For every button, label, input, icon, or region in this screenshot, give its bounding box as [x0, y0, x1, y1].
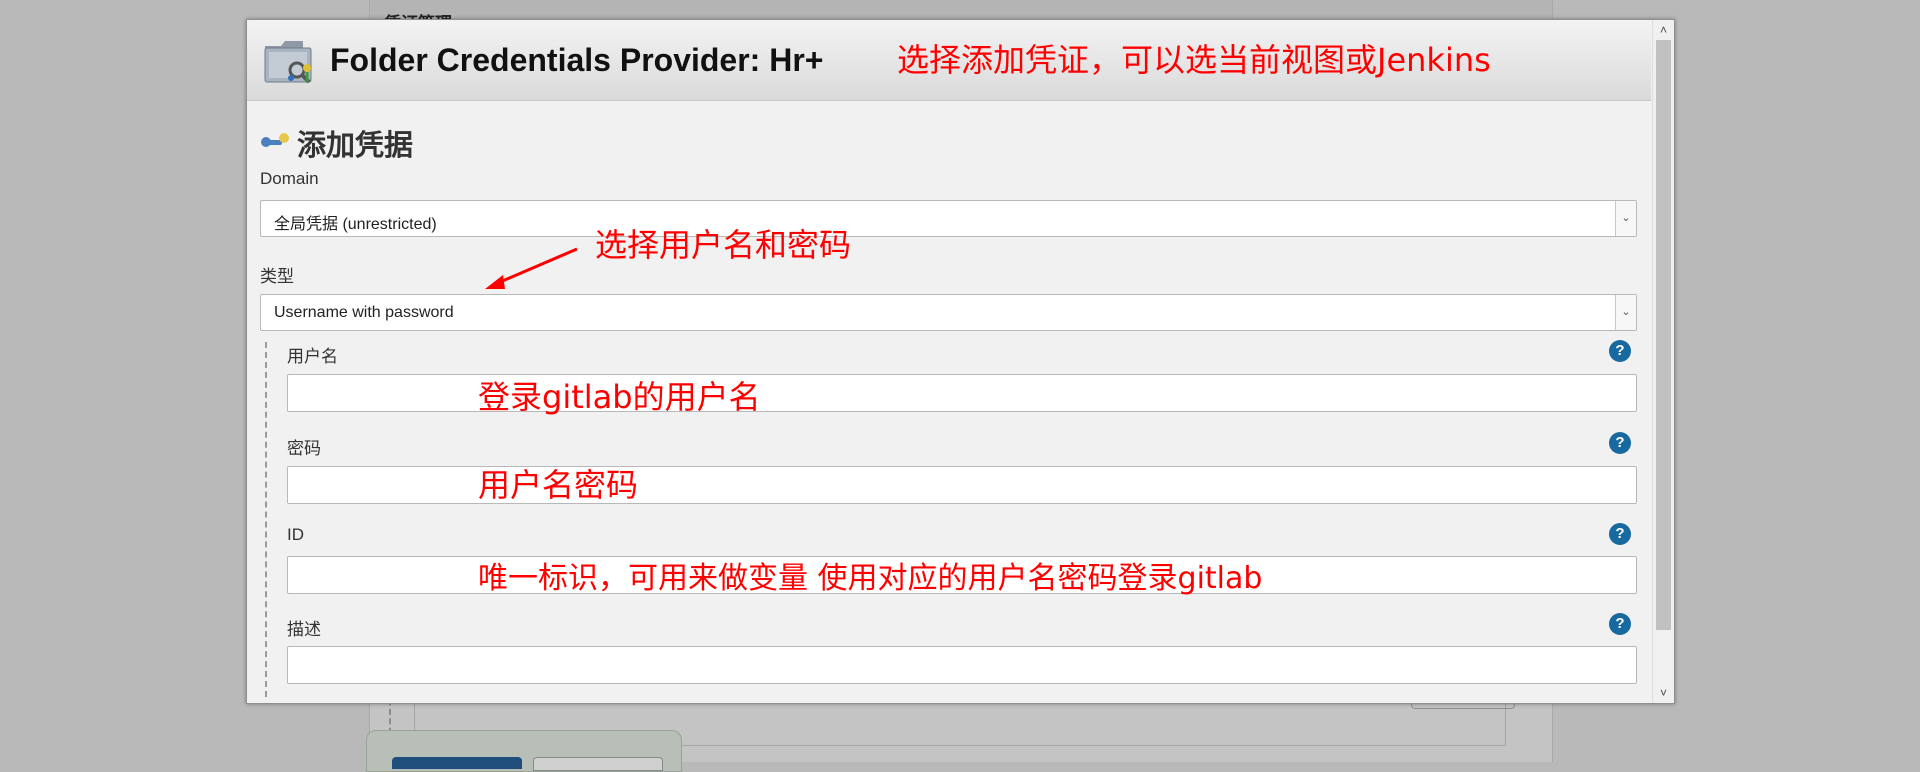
- description-input[interactable]: [287, 646, 1637, 684]
- domain-label: Domain: [260, 169, 319, 188]
- kind-select[interactable]: Username with password ⌄: [260, 294, 1637, 331]
- domain-select[interactable]: 全局凭据 (unrestricted) ⌄: [260, 200, 1637, 237]
- id-label: ID: [287, 525, 304, 544]
- password-label: 密码: [287, 439, 321, 458]
- section-title: 添加凭据: [297, 128, 414, 162]
- scroll-down-arrow-icon[interactable]: ˅: [1653, 683, 1674, 703]
- background-footer-panel: [366, 730, 682, 772]
- annotation-password: 用户名密码: [478, 466, 639, 504]
- kind-select-value: Username with password: [274, 304, 454, 321]
- dialog-scrollbar[interactable]: ˄ ˅: [1652, 20, 1674, 703]
- username-help-icon[interactable]: ?: [1609, 340, 1631, 362]
- key-icon: [261, 133, 289, 147]
- id-help-icon[interactable]: ?: [1609, 523, 1631, 545]
- dialog-header: Folder Credentials Provider: Hr+ 选择添加凭证，…: [247, 20, 1651, 101]
- description-help-icon[interactable]: ?: [1609, 613, 1631, 635]
- description-label: 描述: [287, 620, 321, 639]
- background-primary-button: [392, 757, 522, 769]
- annotation-username: 登录gitlab的用户名: [478, 378, 761, 416]
- dialog-title: Folder Credentials Provider: Hr+: [330, 42, 824, 78]
- credentials-dialog: Folder Credentials Provider: Hr+ 选择添加凭证，…: [246, 19, 1675, 704]
- password-help-icon[interactable]: ?: [1609, 432, 1631, 454]
- chevron-down-icon[interactable]: ⌄: [1615, 295, 1636, 330]
- scrollbar-thumb[interactable]: [1656, 40, 1671, 630]
- annotation-id: 唯一标识，可用来做变量 使用对应的用户名密码登录gitlab: [478, 561, 1263, 596]
- background-secondary-button: [533, 757, 663, 771]
- annotation-header: 选择添加凭证，可以选当前视图或Jenkins: [897, 41, 1491, 79]
- username-label: 用户名: [287, 347, 338, 366]
- folder-credentials-icon: [264, 41, 312, 84]
- scroll-up-arrow-icon[interactable]: ˄: [1653, 20, 1674, 40]
- kind-label: 类型: [260, 267, 294, 286]
- domain-select-value: 全局凭据 (unrestricted): [274, 216, 437, 233]
- nested-fields-indent: [265, 342, 267, 697]
- chevron-down-icon[interactable]: ⌄: [1615, 201, 1636, 236]
